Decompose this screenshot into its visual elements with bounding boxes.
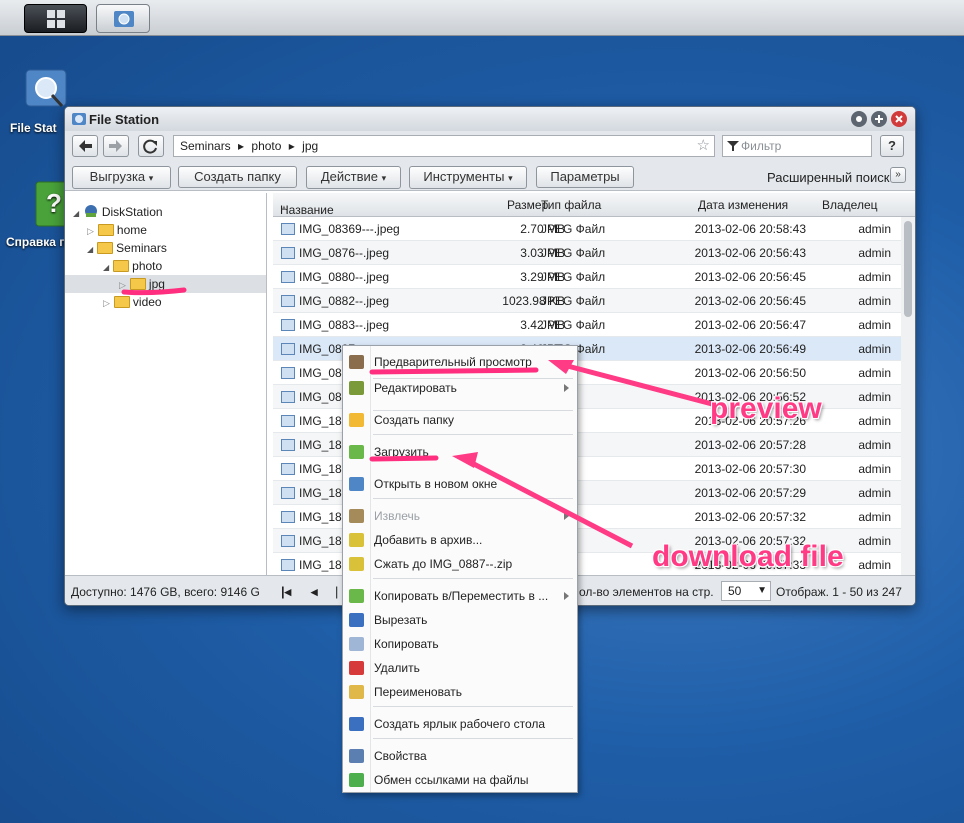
annotation-download: download file [652, 540, 844, 573]
annotation-arrow-preview [559, 361, 713, 407]
annotation-preview: preview [710, 392, 822, 425]
highlight-underline-download [369, 455, 439, 462]
highlight-underline-preview [369, 367, 539, 375]
highlight-underline-jpg [121, 287, 187, 296]
annotation-arrow-download [468, 459, 634, 549]
arrow-head-icon [452, 452, 478, 468]
